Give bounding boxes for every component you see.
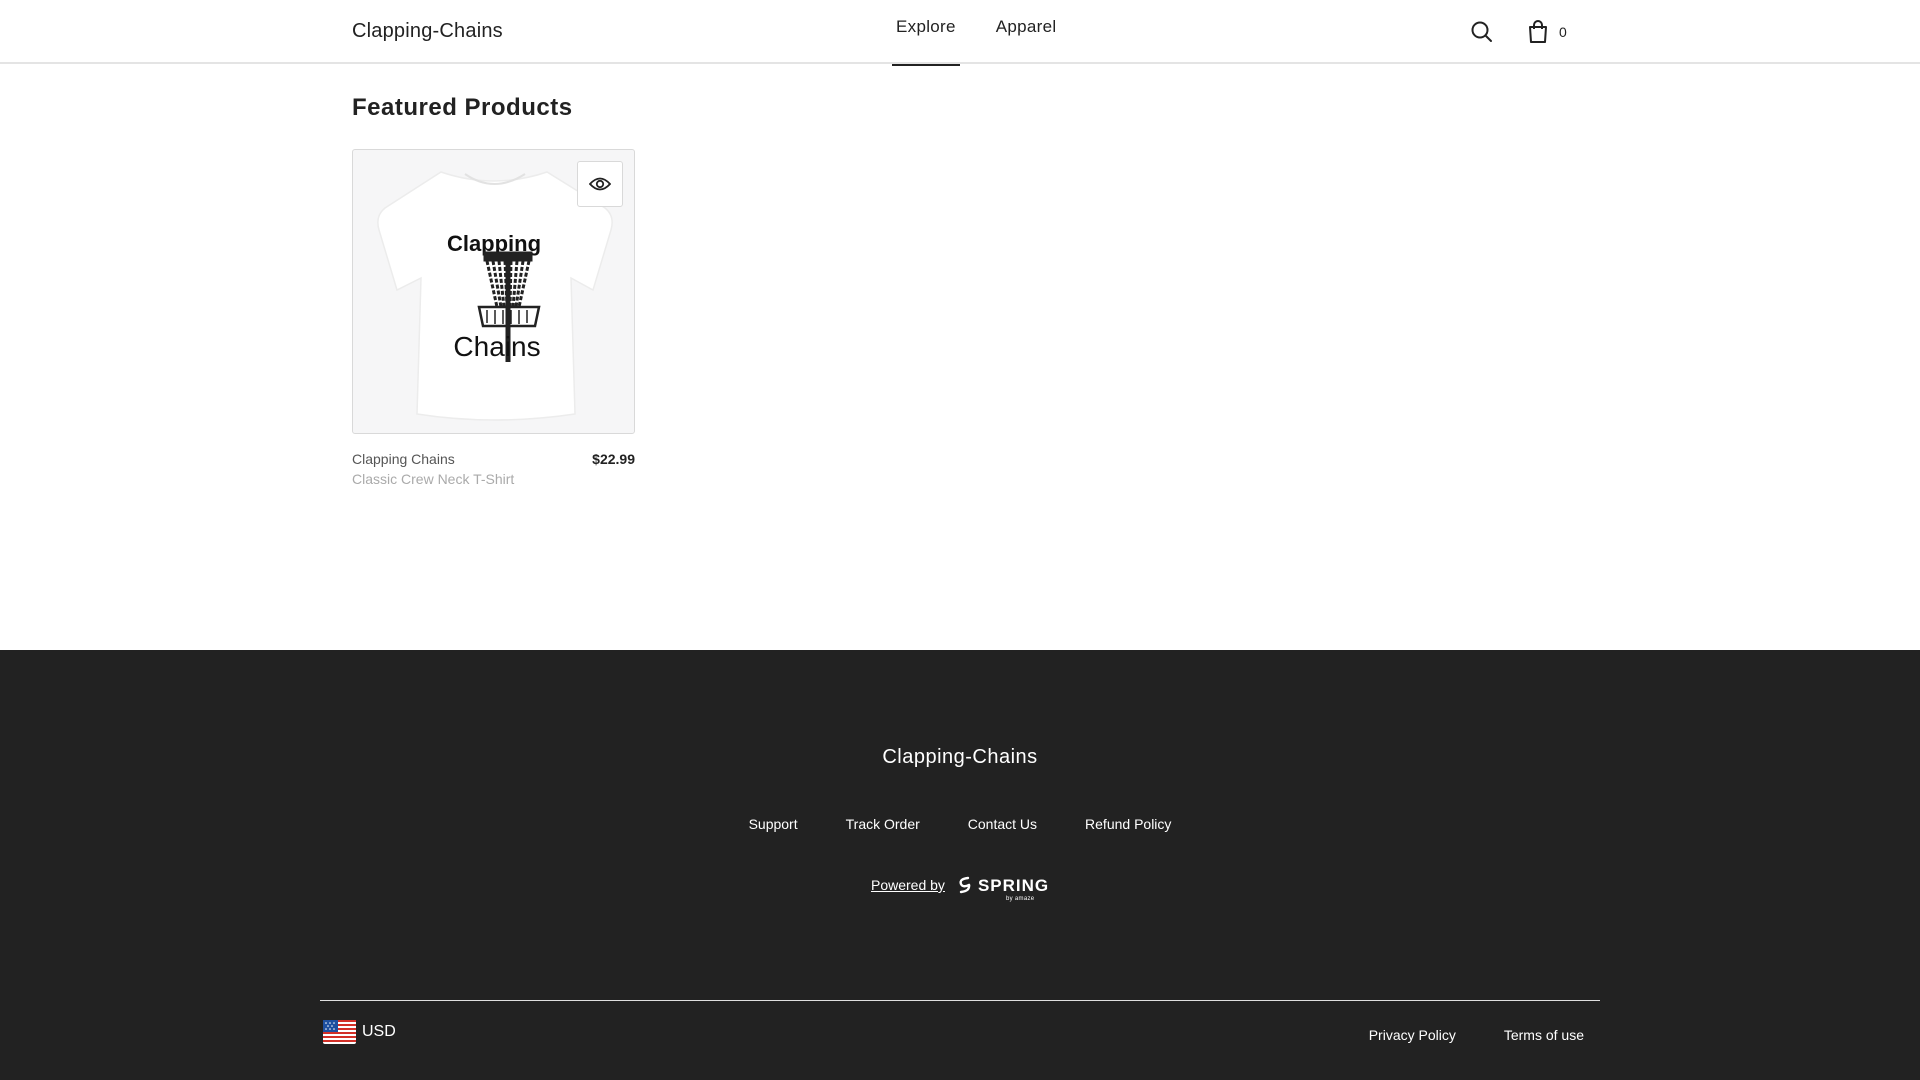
spring-logo: SPRING bbox=[957, 876, 1049, 894]
shopping-bag-icon bbox=[1529, 20, 1547, 43]
quick-view-button[interactable] bbox=[577, 161, 623, 207]
footer-link-contact-us[interactable]: Contact Us bbox=[968, 816, 1037, 832]
nav-item-apparel[interactable]: Apparel bbox=[992, 0, 1061, 64]
nav-item-explore[interactable]: Explore bbox=[892, 0, 960, 66]
print-text-bottom: Chains bbox=[453, 331, 540, 362]
footer-link-track-order[interactable]: Track Order bbox=[846, 816, 920, 832]
main-nav: Explore Apparel bbox=[892, 0, 1092, 66]
cart-button[interactable]: 0 bbox=[1527, 19, 1577, 45]
brand-logo[interactable]: Clapping-Chains bbox=[352, 20, 503, 43]
search-button[interactable] bbox=[1470, 20, 1494, 44]
product-price: $22.99 bbox=[592, 451, 635, 467]
product-name[interactable]: Clapping Chains bbox=[352, 451, 455, 467]
footer-brand[interactable]: Clapping-Chains bbox=[0, 746, 1920, 769]
spring-sub-mark: by amaze bbox=[1006, 896, 1035, 902]
footer-link-support[interactable]: Support bbox=[749, 816, 798, 832]
powered-by-text: Powered by bbox=[871, 877, 945, 893]
spring-logo-icon bbox=[959, 876, 971, 894]
spring-wordmark: SPRING bbox=[977, 875, 1050, 895]
powered-by-link[interactable]: Powered by SPRING by amaze bbox=[871, 876, 1049, 903]
site-header: Clapping-Chains Explore Apparel 0 bbox=[0, 0, 1920, 66]
search-icon bbox=[1471, 21, 1492, 42]
footer-link-refund-policy[interactable]: Refund Policy bbox=[1085, 816, 1171, 832]
legal-links: Privacy Policy Terms of use bbox=[1321, 1027, 1584, 1043]
eye-icon bbox=[589, 177, 611, 191]
product-info: Clapping Chains Classic Crew Neck T-Shir… bbox=[352, 451, 635, 501]
site-footer: Clapping-Chains Support Track Order Cont… bbox=[0, 650, 1920, 1080]
terms-of-use-link[interactable]: Terms of use bbox=[1504, 1027, 1584, 1043]
product-card[interactable]: Clapping Chains Clapping Chains Classic … bbox=[352, 149, 635, 501]
cart-count: 0 bbox=[1559, 24, 1567, 40]
product-variant: Classic Crew Neck T-Shirt bbox=[352, 471, 515, 487]
footer-links: Support Track Order Contact Us Refund Po… bbox=[0, 816, 1920, 832]
us-flag-icon bbox=[323, 1020, 356, 1044]
currency-selector[interactable]: USD bbox=[323, 1020, 396, 1044]
privacy-policy-link[interactable]: Privacy Policy bbox=[1369, 1027, 1456, 1043]
section-title: Featured Products bbox=[352, 94, 573, 121]
product-image[interactable]: Clapping Chains bbox=[352, 149, 635, 434]
currency-label: USD bbox=[362, 1023, 396, 1040]
footer-divider bbox=[320, 1000, 1600, 1001]
